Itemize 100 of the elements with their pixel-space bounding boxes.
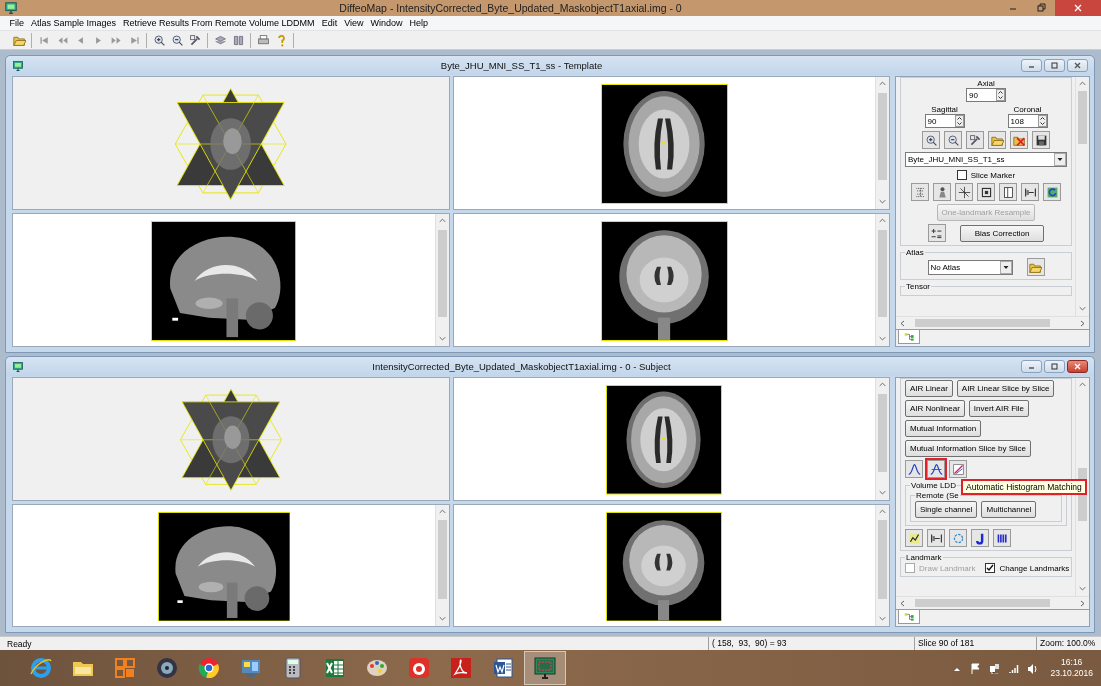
scrollbar[interactable] bbox=[875, 77, 889, 209]
push-button[interactable]: Multichannel bbox=[981, 501, 1037, 518]
chart-button[interactable] bbox=[949, 460, 967, 478]
layers-icon[interactable] bbox=[213, 33, 227, 47]
zoom-in-icon[interactable] bbox=[152, 33, 166, 47]
push-button[interactable]: Invert AIR File bbox=[968, 400, 1030, 417]
zoom-in-button[interactable] bbox=[922, 131, 940, 149]
scrollbar[interactable] bbox=[875, 504, 889, 626]
caret-icon[interactable] bbox=[999, 260, 1012, 274]
checkbox[interactable] bbox=[956, 170, 967, 180]
scrollbar[interactable] bbox=[896, 316, 1089, 329]
caret-icon[interactable] bbox=[1054, 153, 1066, 166]
scrollbar[interactable] bbox=[434, 214, 449, 346]
taskbar-button[interactable] bbox=[524, 651, 566, 685]
folder-delete-button[interactable] bbox=[1010, 131, 1028, 149]
menu-item[interactable]: Window bbox=[367, 18, 406, 28]
scroll-thumb[interactable] bbox=[914, 319, 1051, 327]
menu-item[interactable]: View bbox=[340, 18, 367, 28]
refresh-button[interactable] bbox=[1043, 183, 1061, 201]
close-button[interactable] bbox=[1067, 360, 1088, 373]
scroll-thumb[interactable] bbox=[437, 520, 447, 599]
scroll-thumb[interactable] bbox=[878, 520, 887, 599]
dropdown[interactable]: Byte_JHU_MNI_SS_T1_ss bbox=[905, 152, 1067, 167]
histogram-button[interactable] bbox=[927, 460, 945, 478]
spin-box[interactable]: 90 bbox=[924, 114, 965, 128]
close-icon bbox=[1073, 362, 1082, 371]
speaker-icon[interactable] bbox=[1027, 662, 1039, 674]
push-button[interactable]: Single channel bbox=[915, 501, 978, 518]
save-button[interactable] bbox=[1032, 131, 1050, 149]
app-icon bbox=[407, 656, 431, 680]
scrollbar[interactable] bbox=[1075, 77, 1089, 316]
spin-box[interactable]: 108 bbox=[1007, 114, 1048, 128]
menu-item[interactable]: File bbox=[6, 18, 28, 28]
spinner-arrows-icon[interactable] bbox=[996, 89, 1005, 101]
scrollbar[interactable] bbox=[434, 504, 449, 626]
split-icon bbox=[1023, 185, 1037, 199]
printer-icon[interactable] bbox=[256, 33, 270, 47]
checkbox[interactable] bbox=[985, 563, 996, 573]
scroll-thumb[interactable] bbox=[914, 599, 1051, 607]
tool-icon bbox=[968, 133, 982, 147]
scroll-thumb[interactable] bbox=[878, 93, 887, 181]
minimize-button[interactable] bbox=[1021, 59, 1042, 72]
clock-time: 16:16 bbox=[1061, 657, 1083, 668]
push-button[interactable]: Mutual Information bbox=[905, 420, 982, 437]
tiles-icon bbox=[113, 656, 137, 680]
split-button[interactable] bbox=[927, 529, 945, 547]
scrollbar[interactable] bbox=[896, 596, 1089, 609]
tool-button[interactable] bbox=[966, 131, 984, 149]
spinner-arrows-icon[interactable] bbox=[1037, 115, 1047, 127]
menu-item[interactable]: Retrieve Results From Remote Volume LDDMM bbox=[119, 18, 319, 28]
push-button[interactable]: Bias Correction bbox=[959, 224, 1045, 242]
push-button[interactable]: Mutual Information Slice by Slice bbox=[905, 440, 1032, 457]
crosshair-button[interactable] bbox=[955, 183, 973, 201]
crosshair-icon bbox=[957, 185, 971, 199]
folder-button[interactable] bbox=[1026, 258, 1045, 276]
scrollbar[interactable] bbox=[875, 378, 889, 500]
panel-tab[interactable] bbox=[898, 330, 920, 344]
restore-icon bbox=[1050, 362, 1059, 371]
menu-item[interactable]: Edit bbox=[318, 18, 341, 28]
book-icon[interactable] bbox=[231, 33, 245, 47]
minimize-button[interactable] bbox=[1021, 360, 1042, 373]
bracket-button[interactable] bbox=[911, 183, 929, 201]
spin-box[interactable]: 90 bbox=[966, 88, 1006, 102]
close-button[interactable] bbox=[1067, 59, 1088, 72]
menu-item[interactable]: Atlas Sample Images bbox=[27, 18, 120, 28]
push-button[interactable]: AIR Nonlinear bbox=[905, 400, 965, 417]
zoom-out-icon[interactable] bbox=[170, 33, 184, 47]
check-icon bbox=[986, 564, 995, 572]
panels-button[interactable] bbox=[999, 183, 1017, 201]
checkbox-label: Draw Landmark bbox=[919, 563, 976, 573]
math-button[interactable] bbox=[927, 224, 946, 242]
network-icon[interactable] bbox=[989, 662, 1001, 674]
flag-icon[interactable] bbox=[970, 662, 982, 674]
tool-icon[interactable] bbox=[188, 33, 202, 47]
push-button[interactable]: AIR Linear Slice by Slice bbox=[956, 380, 1055, 397]
bars-button[interactable] bbox=[993, 529, 1011, 547]
chart-button[interactable] bbox=[905, 529, 923, 547]
spinner-arrows-icon[interactable] bbox=[954, 115, 964, 127]
signal-icon[interactable] bbox=[1008, 662, 1020, 674]
refresh-icon bbox=[1045, 185, 1059, 199]
scroll-thumb[interactable] bbox=[437, 230, 447, 318]
hook-button[interactable] bbox=[971, 529, 989, 547]
dropdown[interactable]: No Atlas bbox=[927, 259, 1013, 275]
split-button[interactable] bbox=[1021, 183, 1039, 201]
scroll-thumb[interactable] bbox=[1078, 91, 1087, 144]
scroll-thumb[interactable] bbox=[878, 393, 887, 473]
menu-item[interactable]: Help bbox=[406, 18, 432, 28]
panels-icon bbox=[1001, 185, 1015, 199]
window-title: DiffeoMap - IntensityCorrected_Byte_Updated_MaskobjectT1axial.img - 0 bbox=[338, 2, 683, 14]
square-button[interactable] bbox=[977, 183, 995, 201]
folder-button[interactable] bbox=[988, 131, 1006, 149]
zoom-out-button[interactable] bbox=[944, 131, 962, 149]
restore-button[interactable] bbox=[1044, 59, 1065, 72]
peak-button[interactable] bbox=[905, 460, 923, 478]
scrollbar[interactable] bbox=[875, 214, 889, 346]
panel-tab[interactable] bbox=[898, 610, 920, 624]
group-label: Tensor bbox=[905, 282, 931, 291]
window-title: IntensityCorrected_Byte_Updated_MaskobjectT1axial.img - 0 - Subject bbox=[371, 361, 672, 372]
scroll-thumb[interactable] bbox=[878, 230, 887, 318]
push-button[interactable]: AIR Linear bbox=[905, 380, 953, 397]
